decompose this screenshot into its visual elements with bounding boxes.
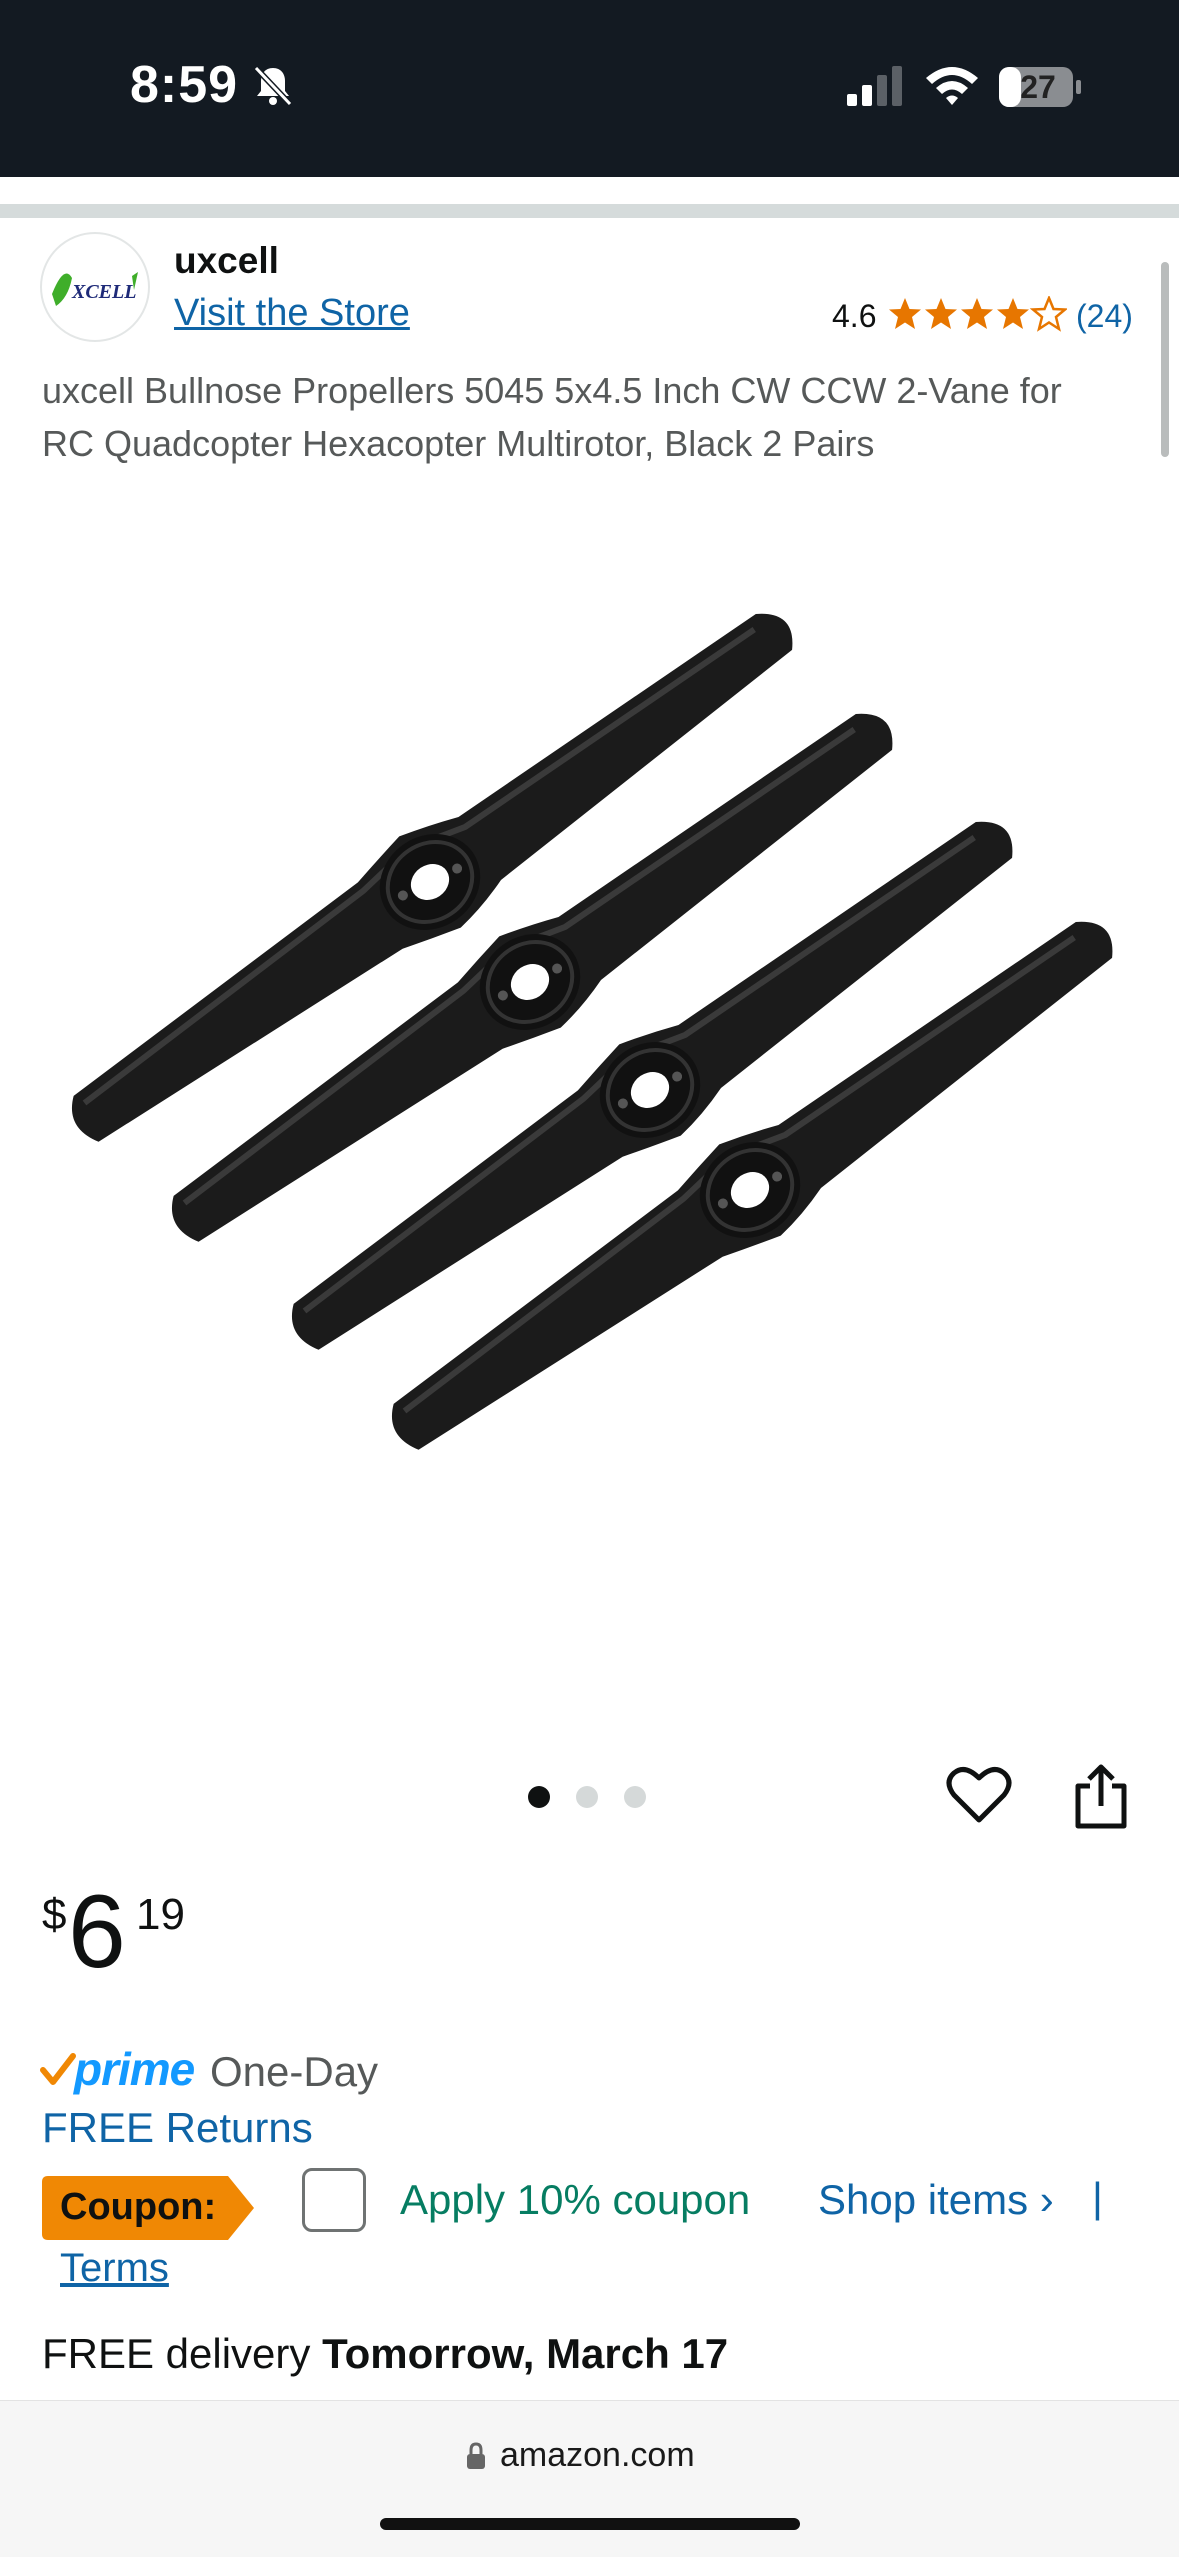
delivery-date: Tomorrow, March 17 <box>322 2330 729 2377</box>
pagination-dot-2[interactable] <box>576 1786 598 1808</box>
visit-store-link[interactable]: Visit the Store <box>174 292 410 335</box>
image-pagination[interactable] <box>528 1786 672 1810</box>
header-divider <box>0 204 1179 218</box>
coupon-terms-link[interactable]: Terms <box>60 2246 169 2291</box>
pagination-dot-1[interactable] <box>528 1786 550 1808</box>
review-count-link[interactable]: (24) <box>1076 298 1133 335</box>
price-fraction: 19 <box>136 1890 185 1939</box>
wifi-icon <box>926 67 978 105</box>
uxcell-logo-icon: XCELL <box>52 272 138 306</box>
free-returns-link[interactable]: FREE Returns <box>42 2104 313 2152</box>
product-image[interactable] <box>20 570 1160 1590</box>
price-whole: 6 <box>68 1874 126 1990</box>
scrollbar[interactable] <box>1161 262 1169 457</box>
rating-value: 4.6 <box>832 298 877 334</box>
apply-coupon-label[interactable]: Apply 10% coupon <box>400 2176 750 2224</box>
coupon-checkbox[interactable] <box>302 2168 366 2232</box>
silent-bell-icon <box>253 65 293 107</box>
home-indicator[interactable] <box>380 2518 800 2530</box>
coupon-separator: | <box>1092 2174 1103 2221</box>
star-rating-icon[interactable] <box>887 296 1067 332</box>
share-icon[interactable] <box>1070 1762 1132 1832</box>
status-time: 8:59 <box>130 56 239 114</box>
lock-icon <box>467 2442 485 2469</box>
battery-level: 27 <box>1020 69 1056 105</box>
prime-check-icon <box>40 2053 76 2085</box>
delivery-info: FREE delivery Tomorrow, March 17 <box>42 2330 728 2378</box>
product-title: uxcell Bullnose Propellers 5045 5x4.5 In… <box>42 370 1062 464</box>
prime-speed: One-Day <box>210 2048 379 2095</box>
brand-name: uxcell <box>174 240 279 281</box>
browser-address-bar[interactable] <box>0 2400 1179 2557</box>
delivery-prefix: FREE delivery <box>42 2330 311 2377</box>
shop-items-link[interactable]: Shop items › <box>818 2176 1054 2224</box>
coupon-badge-label: Coupon: <box>60 2186 217 2228</box>
logo-text: XCELL <box>71 281 136 303</box>
prime-label: prime <box>74 2043 195 2095</box>
pagination-dot-3[interactable] <box>624 1786 646 1808</box>
price-symbol: $ <box>42 1890 67 1939</box>
cellular-signal-icon <box>847 66 902 106</box>
url-text[interactable]: amazon.com <box>500 2436 695 2475</box>
heart-icon[interactable] <box>946 1764 1012 1826</box>
status-bar: 8:59 27 <box>0 0 1179 177</box>
brand-logo[interactable]: XCELL <box>40 232 150 342</box>
